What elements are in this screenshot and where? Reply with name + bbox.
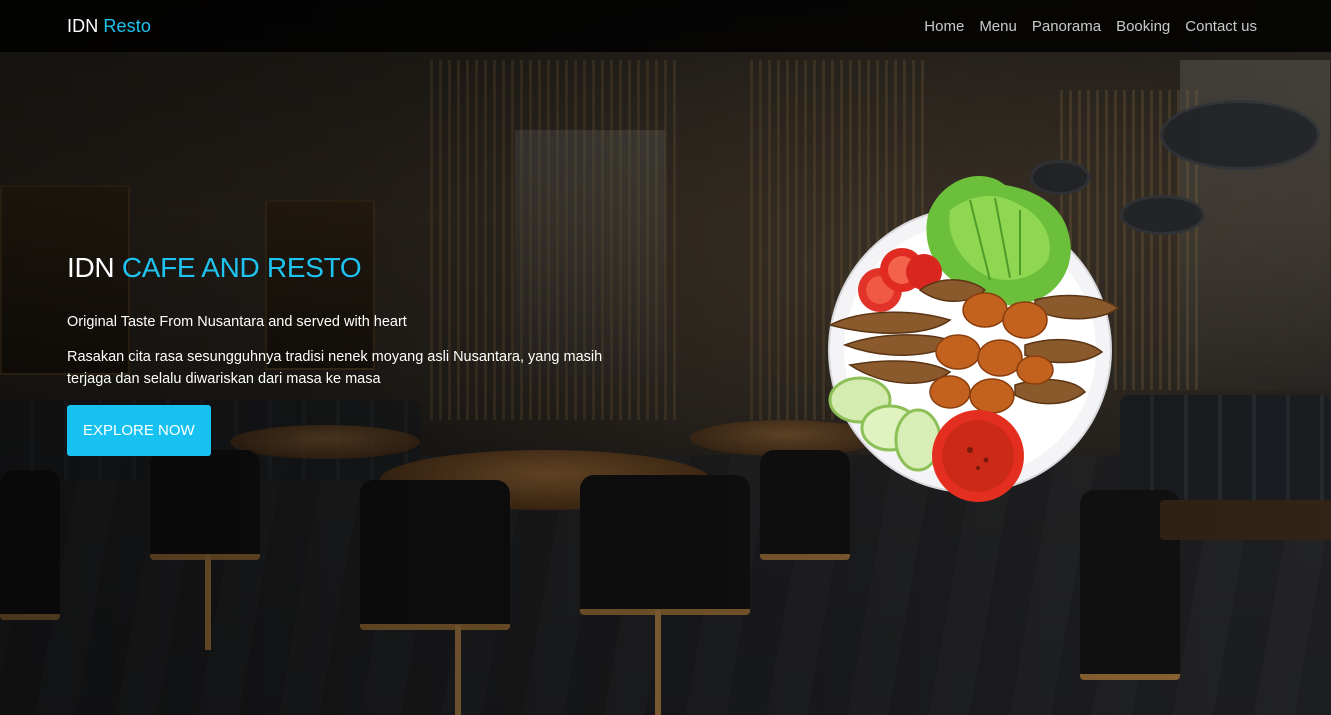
hero-title-accent: CAFE AND RESTO <box>121 252 362 283</box>
hero-title: IDN CAFE AND RESTO <box>67 252 647 284</box>
food-plate-image <box>820 160 1130 510</box>
brand-accent: Resto <box>103 15 151 36</box>
nav-item-home[interactable]: Home <box>924 18 964 35</box>
nav-item-menu[interactable]: Menu <box>979 18 1017 35</box>
hero-title-prefix: IDN <box>67 252 115 283</box>
hero-description: Rasakan cita rasa sesungguhnya tradisi n… <box>67 349 603 387</box>
nav-item-panorama[interactable]: Panorama <box>1032 18 1101 35</box>
hero-tagline: Original Taste From Nusantara and served… <box>67 314 407 330</box>
navbar: IDN Resto Home Menu Panorama Booking Con… <box>0 0 1331 52</box>
nav-menu: Home Menu Panorama Booking Contact us <box>924 18 1257 35</box>
brand-name: IDN <box>67 15 99 36</box>
nav-item-contact[interactable]: Contact us <box>1185 18 1257 35</box>
fried-fish-plate-icon <box>827 176 1120 502</box>
hero-section: IDN CAFE AND RESTO Original Taste From N… <box>67 252 647 456</box>
explore-now-button[interactable]: EXPLORE NOW <box>67 405 211 456</box>
brand-logo[interactable]: IDN Resto <box>67 16 151 37</box>
nav-item-booking[interactable]: Booking <box>1116 18 1170 35</box>
